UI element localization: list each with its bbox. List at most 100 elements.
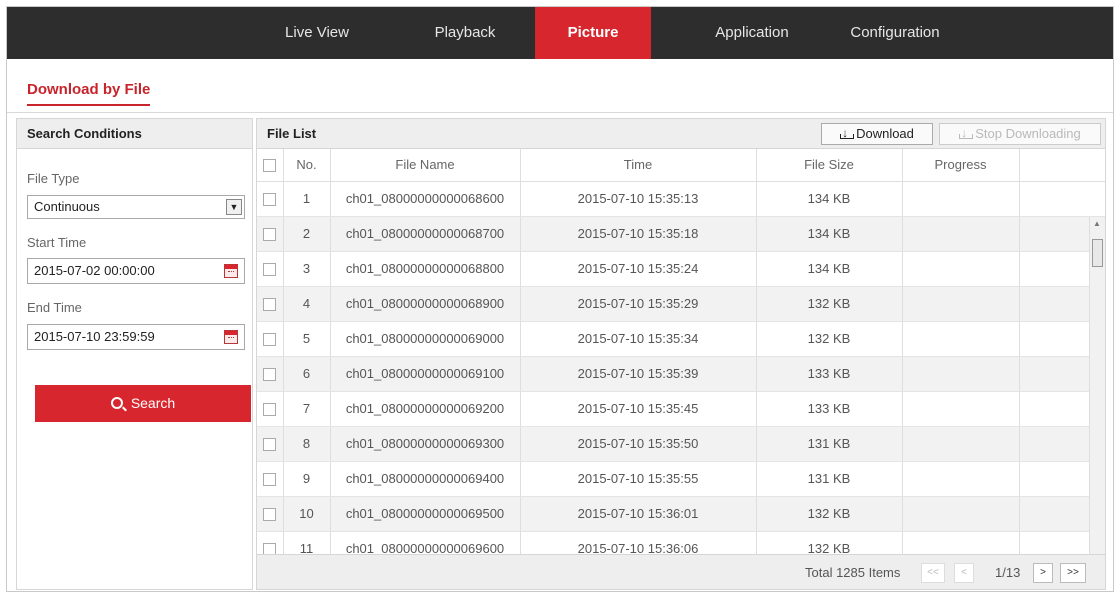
row-checkbox-cell [257, 216, 284, 252]
cell-time: 2015-07-10 15:36:01 [520, 496, 757, 532]
cell-time: 2015-07-10 15:35:18 [520, 216, 757, 252]
cell-spacer [1019, 181, 1105, 217]
cell-file-name: ch01_08000000000069200 [330, 391, 521, 427]
table-row[interactable]: 11 ch01_08000000000069600 2015-07-10 15:36… [257, 531, 1105, 554]
nav-configuration[interactable]: Configuration [833, 7, 957, 59]
nav-picture[interactable]: Picture [535, 7, 651, 59]
cell-time: 2015-07-10 15:35:55 [520, 461, 757, 497]
table-header-row: No. File Name Time File Size Progress [257, 149, 1105, 182]
table-row[interactable]: 8 ch01_08000000000069300 2015-07-10 15:35:… [257, 426, 1105, 462]
stop-downloading-label: Stop Downloading [975, 126, 1081, 141]
start-time-field[interactable]: 2015-07-02 00:00:00 [27, 258, 245, 284]
table-row[interactable]: 5 ch01_08000000000069000 2015-07-10 15:35:… [257, 321, 1105, 357]
start-time-label: Start Time [27, 235, 87, 250]
cell-file-size: 133 KB [756, 356, 903, 392]
nav-playback[interactable]: Playback [415, 7, 515, 59]
row-checkbox[interactable] [263, 193, 277, 207]
row-checkbox-cell [257, 461, 284, 497]
pagination-bar: Total 1285 Items << < 1/13 > >> [257, 554, 1105, 589]
calendar-icon[interactable] [224, 330, 238, 344]
row-checkbox[interactable] [263, 228, 277, 242]
cell-file-size: 132 KB [756, 286, 903, 322]
cell-progress [902, 216, 1020, 252]
prev-page-button[interactable]: < [954, 563, 974, 583]
search-button[interactable]: Search [35, 385, 251, 422]
next-page-button[interactable]: > [1033, 563, 1053, 583]
cell-file-size: 132 KB [756, 496, 903, 532]
cell-no: 10 [283, 496, 331, 532]
table-row[interactable]: 6 ch01_08000000000069100 2015-07-10 15:35:… [257, 356, 1105, 392]
cell-progress [902, 286, 1020, 322]
cell-time: 2015-07-10 15:35:29 [520, 286, 757, 322]
page-indicator: 1/13 [995, 565, 1021, 580]
total-items-text: Total 1285 Items [805, 565, 901, 580]
column-header-file-size: File Size [756, 149, 903, 182]
row-checkbox[interactable] [263, 543, 277, 554]
divider [7, 112, 1113, 113]
tab-download-by-file[interactable]: Download by File [27, 81, 151, 106]
table-row[interactable]: 2 ch01_08000000000068700 2015-07-10 15:35:… [257, 216, 1105, 252]
search-conditions-panel: Search Conditions File Type Continuous ▼… [16, 118, 253, 590]
row-checkbox-cell [257, 181, 284, 217]
end-time-value: 2015-07-10 23:59:59 [34, 329, 155, 344]
file-table-container: No. File Name Time File Size Progress 1c… [257, 149, 1105, 554]
row-checkbox[interactable] [263, 333, 277, 347]
row-checkbox[interactable] [263, 298, 277, 312]
nav-application[interactable]: Application [697, 7, 807, 59]
scroll-thumb[interactable] [1092, 239, 1103, 267]
column-header-spacer [1019, 149, 1105, 182]
download-button[interactable]: Download [821, 123, 933, 145]
calendar-icon[interactable] [224, 264, 238, 278]
row-checkbox[interactable] [263, 368, 277, 382]
last-page-button[interactable]: >> [1060, 563, 1086, 583]
cell-progress [902, 251, 1020, 287]
chevron-down-icon[interactable]: ▼ [226, 199, 242, 215]
row-checkbox[interactable] [263, 403, 277, 417]
cell-time: 2015-07-10 15:36:06 [520, 531, 757, 554]
cell-time: 2015-07-10 15:35:24 [520, 251, 757, 287]
table-row[interactable]: 3 ch01_08000000000068800 2015-07-10 15:35:… [257, 251, 1105, 287]
cell-no: 11 [283, 531, 331, 554]
select-all-cell [257, 149, 284, 182]
top-navigation: Live View Playback Picture Application C… [7, 7, 1113, 59]
cell-time: 2015-07-10 15:35:50 [520, 426, 757, 462]
cell-no: 4 [283, 286, 331, 322]
cell-file-name: ch01_08000000000068900 [330, 286, 521, 322]
cell-file-size: 131 KB [756, 426, 903, 462]
cell-file-size: 132 KB [756, 531, 903, 554]
file-type-select[interactable]: Continuous ▼ [27, 195, 245, 219]
row-checkbox-cell [257, 496, 284, 532]
scroll-up-icon[interactable]: ▲ [1093, 219, 1101, 228]
cell-time: 2015-07-10 15:35:39 [520, 356, 757, 392]
table-row[interactable]: 1 ch01_08000000000068600 2015-07-10 15:35:… [257, 181, 1105, 217]
download-icon [840, 123, 855, 143]
select-all-checkbox[interactable] [263, 159, 277, 173]
row-checkbox-cell [257, 251, 284, 287]
search-conditions-header: Search Conditions [17, 119, 252, 149]
nav-live-view[interactable]: Live View [269, 7, 365, 59]
table-row[interactable]: 9 ch01_08000000000069400 2015-07-10 15:35:… [257, 461, 1105, 497]
first-page-button[interactable]: << [921, 563, 945, 583]
download-button-label: Download [856, 126, 914, 141]
table-row[interactable]: 4 ch01_08000000000068900 2015-07-10 15:35:… [257, 286, 1105, 322]
table-row[interactable]: 7 ch01_08000000000069200 2015-07-10 15:35:… [257, 391, 1105, 427]
cell-no: 2 [283, 216, 331, 252]
row-checkbox[interactable] [263, 438, 277, 452]
row-checkbox[interactable] [263, 473, 277, 487]
table-scrollbar[interactable]: ▲ ▼ [1089, 217, 1105, 554]
file-type-value: Continuous [34, 199, 100, 214]
row-checkbox[interactable] [263, 508, 277, 522]
cell-file-name: ch01_08000000000069500 [330, 496, 521, 532]
cell-file-name: ch01_08000000000069000 [330, 321, 521, 357]
stop-downloading-button[interactable]: Stop Downloading [939, 123, 1101, 145]
cell-file-size: 134 KB [756, 251, 903, 287]
file-list-panel: File List Download Stop Downloading [256, 118, 1106, 590]
cell-file-size: 134 KB [756, 181, 903, 217]
cell-no: 7 [283, 391, 331, 427]
end-time-field[interactable]: 2015-07-10 23:59:59 [27, 324, 245, 350]
cell-no: 6 [283, 356, 331, 392]
cell-progress [902, 391, 1020, 427]
table-row[interactable]: 10 ch01_08000000000069500 2015-07-10 15:36… [257, 496, 1105, 532]
cell-progress [902, 181, 1020, 217]
row-checkbox[interactable] [263, 263, 277, 277]
